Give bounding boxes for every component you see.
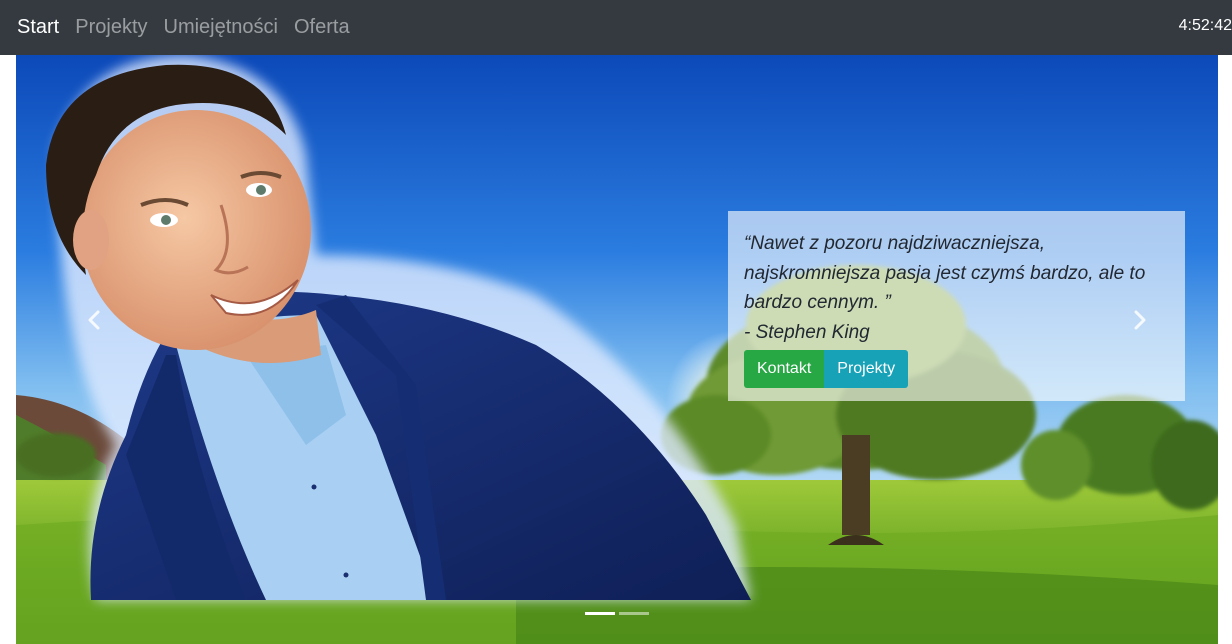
quote-author: - Stephen King	[744, 321, 870, 343]
nav-item-umiejetnosci[interactable]: Umiejętności	[164, 16, 278, 39]
carousel-indicator-2[interactable]	[619, 612, 649, 615]
quote-text: “Nawet z pozoru najdziwaczniejsza, najsk…	[744, 233, 1146, 313]
nav-item-oferta[interactable]: Oferta	[294, 16, 350, 39]
top-navbar: Start Projekty Umiejętności Oferta 4:52:…	[0, 0, 1232, 55]
chevron-left-icon	[88, 310, 100, 330]
carousel-prev-button[interactable]	[74, 305, 114, 335]
nav-item-start[interactable]: Start	[17, 16, 59, 39]
hero-carousel: “Nawet z pozoru najdziwaczniejsza, najsk…	[16, 55, 1218, 644]
carousel-indicators	[16, 612, 1218, 615]
clock-display: 4:52:42	[1178, 17, 1232, 34]
nav-menu: Start Projekty Umiejętności Oferta	[17, 16, 350, 39]
carousel-indicator-1[interactable]	[585, 612, 615, 615]
quote-caption: “Nawet z pozoru najdziwaczniejsza, najsk…	[728, 211, 1185, 401]
contact-button[interactable]: Kontakt	[744, 349, 825, 388]
caption-button-group: Kontakt Projekty	[744, 349, 1169, 388]
projects-button[interactable]: Projekty	[824, 349, 909, 388]
nav-item-projekty[interactable]: Projekty	[75, 16, 147, 39]
